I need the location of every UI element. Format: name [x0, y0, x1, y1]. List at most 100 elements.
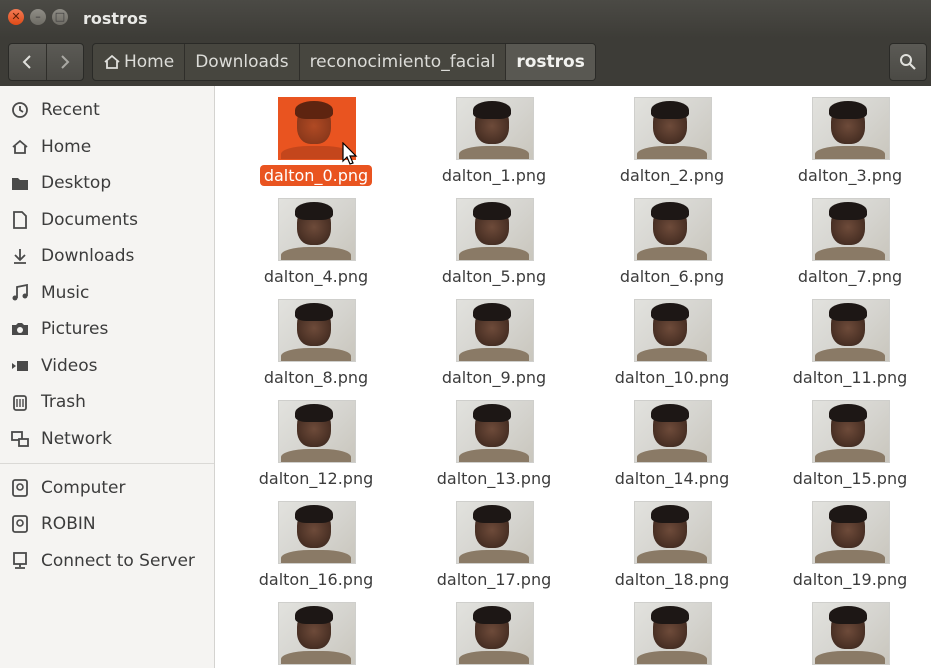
file-item[interactable]: dalton_9.png: [414, 288, 574, 387]
file-name: dalton_8.png: [236, 368, 396, 387]
file-item[interactable]: dalton_0.png: [236, 86, 396, 186]
sidebar: Recent Home Desktop Documents Downloads …: [0, 86, 215, 668]
file-item[interactable]: dalton_16.png: [236, 490, 396, 589]
sidebar-item-desktop[interactable]: Desktop: [0, 167, 214, 199]
sidebar-item-pictures[interactable]: Pictures: [0, 313, 214, 345]
sidebar-item-documents[interactable]: Documents: [0, 204, 214, 236]
sidebar-item-label: Computer: [41, 478, 126, 498]
file-item[interactable]: dalton_17.png: [414, 490, 574, 589]
sidebar-item-home[interactable]: Home: [0, 131, 214, 163]
sidebar-item-videos[interactable]: Videos: [0, 350, 214, 382]
breadcrumb-downloads[interactable]: Downloads: [185, 44, 300, 80]
file-name: dalton_19.png: [770, 570, 930, 589]
sidebar-item-label: Home: [41, 137, 92, 157]
file-item[interactable]: [770, 591, 930, 668]
sidebar-item-downloads[interactable]: Downloads: [0, 240, 214, 272]
file-name-text: dalton_7.png: [797, 267, 903, 286]
maximize-window-button[interactable]: □: [52, 9, 68, 25]
sidebar-item-label: Pictures: [41, 319, 109, 339]
document-icon: [10, 211, 30, 229]
breadcrumb-label: Downloads: [195, 52, 289, 72]
file-item[interactable]: dalton_2.png: [592, 86, 752, 185]
file-name-text: dalton_9.png: [441, 368, 547, 387]
sidebar-item-music[interactable]: Music: [0, 277, 214, 309]
window-title: rostros: [83, 9, 148, 28]
file-name-text: dalton_17.png: [436, 570, 552, 589]
forward-button[interactable]: [47, 44, 84, 80]
image-thumbnail: [812, 602, 890, 665]
search-icon: [900, 54, 916, 70]
file-name: dalton_3.png: [770, 166, 930, 185]
file-name: dalton_4.png: [236, 267, 396, 286]
sidebar-item-connect-to-server[interactable]: Connect to Server: [0, 545, 214, 577]
file-item[interactable]: dalton_1.png: [414, 86, 574, 185]
image-thumbnail: [278, 299, 356, 362]
file-name-text: dalton_8.png: [263, 368, 369, 387]
file-item[interactable]: dalton_4.png: [236, 187, 396, 286]
sidebar-item-trash[interactable]: Trash: [0, 386, 214, 418]
file-name-text: dalton_15.png: [792, 469, 908, 488]
sidebar-item-label: Desktop: [41, 173, 112, 193]
file-name-text: dalton_19.png: [792, 570, 908, 589]
file-name-text: dalton_0.png: [259, 165, 373, 186]
breadcrumb-reconocimiento-facial[interactable]: reconocimiento_facial: [300, 44, 507, 80]
file-name-text: dalton_11.png: [792, 368, 908, 387]
file-name: dalton_15.png: [770, 469, 930, 488]
file-item[interactable]: dalton_19.png: [770, 490, 930, 589]
file-name: dalton_12.png: [236, 469, 396, 488]
file-name-text: dalton_16.png: [258, 570, 374, 589]
sidebar-item-robin[interactable]: ROBIN: [0, 508, 214, 540]
close-window-button[interactable]: ✕: [8, 9, 24, 25]
image-thumbnail: [634, 97, 712, 160]
file-item[interactable]: [592, 591, 752, 668]
file-grid: dalton_0.png dalton_1.png dalton_2.png dalt…: [222, 86, 931, 668]
image-thumbnail: [634, 501, 712, 564]
camera-icon: [10, 321, 30, 337]
file-item[interactable]: [414, 591, 574, 668]
file-item[interactable]: dalton_6.png: [592, 187, 752, 286]
minimize-window-button[interactable]: –: [30, 9, 46, 25]
file-name: dalton_18.png: [592, 570, 752, 589]
file-item[interactable]: dalton_13.png: [414, 389, 574, 488]
sidebar-item-recent[interactable]: Recent: [0, 94, 214, 126]
sidebar-item-label: Network: [41, 429, 112, 449]
file-item[interactable]: dalton_12.png: [236, 389, 396, 488]
back-button[interactable]: [9, 44, 47, 80]
network-icon: [10, 430, 30, 448]
title-bar: ✕ – □ rostros: [0, 0, 931, 38]
chevron-right-icon: [61, 55, 70, 69]
home-icon: [10, 138, 30, 156]
file-item[interactable]: dalton_14.png: [592, 389, 752, 488]
search-button[interactable]: [889, 43, 927, 81]
sidebar-item-computer[interactable]: Computer: [0, 472, 214, 504]
chevron-left-icon: [22, 55, 31, 69]
file-item[interactable]: [236, 591, 396, 668]
image-thumbnail: [456, 501, 534, 564]
breadcrumb-rostros[interactable]: rostros: [506, 44, 595, 80]
file-name-text: dalton_3.png: [797, 166, 903, 185]
sidebar-item-network[interactable]: Network: [0, 423, 214, 455]
image-thumbnail: [456, 400, 534, 463]
trash-icon: [10, 393, 30, 411]
file-name-text: dalton_5.png: [441, 267, 547, 286]
image-thumbnail: [278, 501, 356, 564]
breadcrumb: Home Downloads reconocimiento_facial ros…: [92, 43, 596, 81]
file-item[interactable]: dalton_15.png: [770, 389, 930, 488]
file-item[interactable]: dalton_10.png: [592, 288, 752, 387]
image-thumbnail: [456, 97, 534, 160]
file-name: dalton_2.png: [592, 166, 752, 185]
file-item[interactable]: dalton_5.png: [414, 187, 574, 286]
file-name-text: dalton_4.png: [263, 267, 369, 286]
file-name: dalton_5.png: [414, 267, 574, 286]
file-name: dalton_7.png: [770, 267, 930, 286]
file-name-text: dalton_2.png: [619, 166, 725, 185]
file-item[interactable]: dalton_7.png: [770, 187, 930, 286]
breadcrumb-home[interactable]: Home: [93, 44, 186, 80]
file-name: dalton_16.png: [236, 570, 396, 589]
file-item[interactable]: dalton_11.png: [770, 288, 930, 387]
sidebar-item-label: Connect to Server: [41, 551, 195, 571]
image-thumbnail: [812, 198, 890, 261]
file-item[interactable]: dalton_3.png: [770, 86, 930, 185]
file-item[interactable]: dalton_8.png: [236, 288, 396, 387]
file-item[interactable]: dalton_18.png: [592, 490, 752, 589]
